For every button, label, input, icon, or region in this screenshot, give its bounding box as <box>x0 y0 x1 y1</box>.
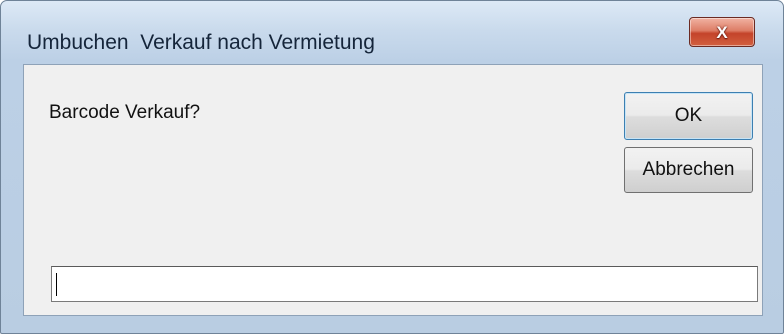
dialog-window: Umbuchen Verkauf nach Vermietung X Barco… <box>0 0 784 334</box>
dialog-body: Barcode Verkauf? OK Abbrechen <box>23 64 763 316</box>
close-button[interactable]: X <box>689 17 755 47</box>
barcode-input[interactable] <box>51 266 758 302</box>
cancel-button[interactable]: Abbrechen <box>624 147 753 193</box>
text-caret <box>56 273 57 296</box>
title-bar[interactable]: Umbuchen Verkauf nach Vermietung X <box>1 1 783 63</box>
close-icon: X <box>716 22 728 42</box>
prompt-label: Barcode Verkauf? <box>49 102 201 123</box>
window-title: Umbuchen Verkauf nach Vermietung <box>27 31 375 54</box>
ok-button[interactable]: OK <box>624 92 753 140</box>
